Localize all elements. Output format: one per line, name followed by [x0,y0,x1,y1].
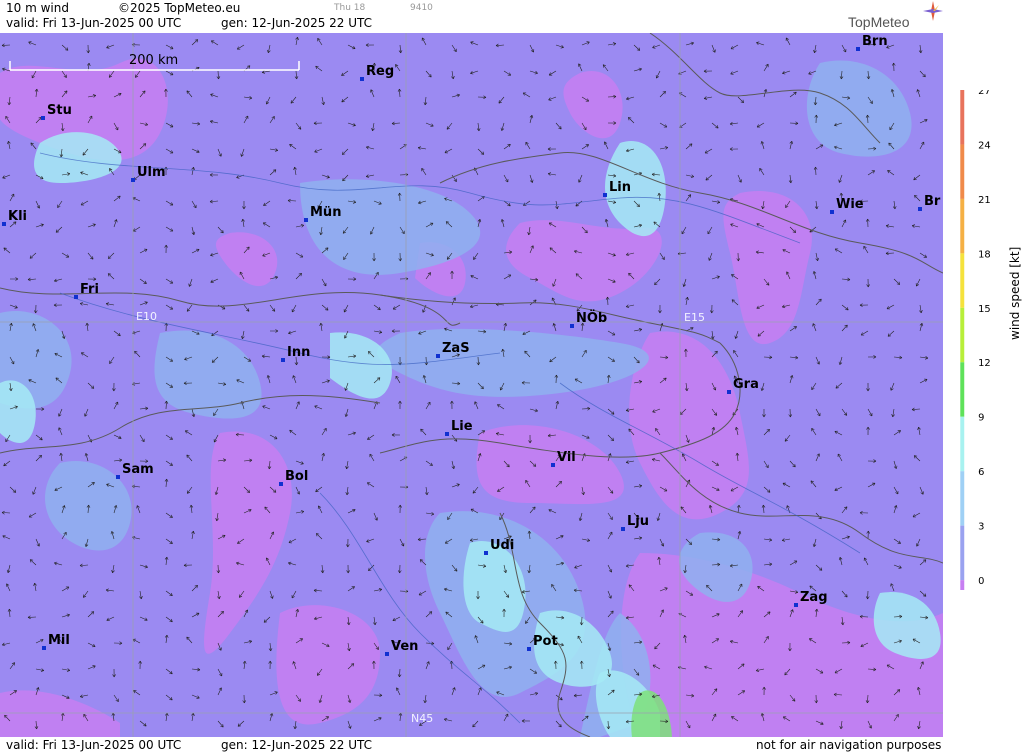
generated-time: gen: 12-Jun-2025 22 UTC [221,16,373,30]
city-label: Inn [287,345,310,360]
wind-map[interactable]: E10 E15 N45 200 km Reg Brn Stu Ulm Lin Kli Mün… [0,33,943,737]
legend-segment [960,362,965,417]
city-label: Br [924,194,941,209]
city-marker [551,463,555,467]
grid-label-e10: E10 [136,310,157,323]
city-label: Lie [451,419,473,434]
logo-text: TopMeteo [848,14,910,30]
city-marker [527,647,531,651]
city-marker [281,358,285,362]
city-label: Brn [862,34,888,49]
city-label: NÖb [576,310,607,326]
copyright-text: ©2025 TopMeteo.eu [118,1,241,15]
disclaimer-text: not for air navigation purposes [756,738,942,752]
city-label: Lin [609,180,631,195]
city-label: Zag [800,590,828,605]
legend-tick-label: 27 [978,90,991,97]
legend-tick-label: 9 [978,413,984,424]
city-marker [74,295,78,299]
legend-segment [960,144,965,199]
city-label: Stu [47,103,72,118]
city-marker [621,527,625,531]
city-marker [830,210,834,214]
legend-segment [960,90,965,145]
valid-time: valid: Fri 13-Jun-2025 00 UTC [6,16,182,30]
city-label: Fri [80,282,99,297]
city-marker [385,652,389,656]
legend-tick-label: 24 [978,140,991,151]
city-marker [570,324,574,328]
legend-tick-label: 6 [978,467,984,478]
city-marker [2,222,6,226]
topmeteo-logo[interactable]: TopMeteo [848,1,943,32]
legend-tick-label: 3 [978,522,984,533]
city-label: Mil [48,633,70,648]
scale-label: 200 km [129,53,178,68]
city-label: Wie [836,197,864,212]
city-marker [279,482,283,486]
legend-segment [960,525,965,581]
compass-logo-icon [923,1,943,21]
city-marker [436,354,440,358]
city-marker [794,603,798,607]
legend-tick-label: 12 [978,358,991,369]
city-marker [603,193,607,197]
city-marker [918,207,922,211]
city-label: Pot [533,634,558,649]
legend-segment [960,416,965,472]
city-label: ZaS [442,341,470,356]
wind-map-canvas[interactable]: E10 E15 N45 200 km Reg Brn Stu Ulm Lin Kli Mün… [0,33,943,737]
wind-speed-legend: 27 24 21 18 15 12 9 6 3 0 [960,90,991,590]
legend-segment [960,253,965,308]
city-label: Bol [285,469,308,484]
city-marker [484,551,488,555]
city-marker [41,116,45,120]
legend-tick-label: 18 [978,249,991,260]
day-label: Thu 18 [334,3,366,13]
legend-title: wind speed [kt] [1008,246,1022,340]
city-label: Sam [122,462,154,477]
grid-label-n45: N45 [411,712,433,725]
footer-generated-time: gen: 12-Jun-2025 22 UTC [221,738,373,752]
city-marker [727,390,731,394]
city-label: Ven [391,639,418,654]
city-label: Ulm [137,165,166,180]
legend-tick-label: 15 [978,304,991,315]
legend-segment [960,471,965,526]
city-label: Lju [627,514,649,529]
city-marker [131,178,135,182]
city-label: Mün [310,205,341,220]
product-title: 10 m wind [6,1,69,15]
footer-valid-time: valid: Fri 13-Jun-2025 00 UTC [6,738,182,752]
legend-segment [960,580,965,590]
city-label: Reg [366,64,394,79]
city-marker [304,218,308,222]
city-label: Udi [490,538,514,553]
city-label: Vil [557,450,576,465]
city-marker [360,77,364,81]
legend-tick-label: 21 [978,195,991,206]
header-bar: 10 m wind ©2025 TopMeteo.eu Thu 18 9410 … [0,0,943,33]
city-marker [42,646,46,650]
legend-color-bar [960,90,965,590]
legend-segment [960,307,965,363]
city-marker [116,475,120,479]
legend-tick-label: 0 [978,576,984,587]
legend-ticks: 27 24 21 18 15 12 9 6 3 0 [978,90,991,587]
grid-label-e15: E15 [684,311,705,324]
legend-segment [960,198,965,254]
city-marker [445,432,449,436]
city-marker [856,47,860,51]
city-label: Kli [8,209,27,224]
city-label: Gra [733,377,759,392]
code-label: 9410 [410,3,433,13]
